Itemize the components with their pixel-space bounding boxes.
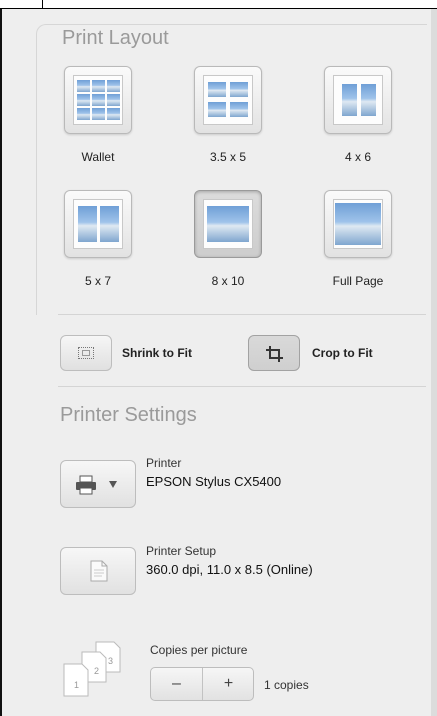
layout-4x6-button[interactable]: [324, 66, 392, 134]
printer-select-button[interactable]: [60, 460, 136, 508]
crop-to-fit-button[interactable]: [248, 335, 300, 371]
divider: [58, 314, 426, 315]
panel-right-edge: [431, 9, 437, 716]
svg-text:3: 3: [108, 656, 113, 666]
copies-stack-icon: 3 2 1: [63, 641, 121, 697]
wallet-layout-icon: [73, 75, 123, 125]
chevron-down-icon: [109, 481, 117, 488]
layout-3-5x5-button[interactable]: [194, 66, 262, 134]
printer-label: Printer: [146, 456, 182, 470]
increment-copies-button[interactable]: +: [203, 668, 254, 700]
printer-setup-label: Printer Setup: [146, 544, 217, 558]
layout-full-page-label: Full Page: [332, 274, 384, 288]
crop-icon: [266, 346, 283, 362]
shrink-to-fit-label: Shrink to Fit: [122, 346, 192, 360]
divider: [58, 386, 426, 387]
svg-text:2: 2: [94, 666, 99, 676]
printer-icon: [76, 475, 96, 495]
window-edge-notch: [42, 0, 43, 8]
svg-text:1: 1: [74, 680, 79, 690]
layout-4x6-label: 4 x 6: [344, 150, 371, 164]
layout-wallet-label: Wallet: [81, 150, 115, 164]
5x7-layout-icon: [73, 199, 123, 249]
printer-settings-title: Printer Settings: [60, 404, 197, 426]
layout-8x10-label: 8 x 10: [211, 274, 245, 288]
shrink-to-fit-icon: [78, 347, 94, 359]
copies-stepper: – +: [150, 667, 254, 701]
document-icon: [90, 560, 108, 582]
window-top-edge: [0, 0, 437, 9]
decrement-copies-button[interactable]: –: [151, 668, 202, 700]
shrink-to-fit-button[interactable]: [60, 335, 112, 371]
layout-5x7-label: 5 x 7: [84, 274, 111, 288]
8x10-layout-icon: [203, 199, 253, 249]
printer-setup-button[interactable]: [60, 547, 136, 595]
layout-full-page-button[interactable]: [324, 190, 392, 258]
crop-to-fit-label: Crop to Fit: [312, 346, 373, 360]
copies-label: Copies per picture: [150, 643, 248, 657]
copies-count: 1 copies: [264, 678, 309, 692]
3-5x5-layout-icon: [203, 75, 253, 125]
printer-setup-value: 360.0 dpi, 11.0 x 8.5 (Online): [146, 562, 313, 577]
full-page-layout-icon: [333, 199, 383, 249]
layout-5x7-button[interactable]: [64, 190, 132, 258]
printer-name: EPSON Stylus CX5400: [146, 474, 282, 489]
4x6-layout-icon: [333, 75, 383, 125]
layout-8x10-button[interactable]: [194, 190, 262, 258]
layout-wallet-button[interactable]: [64, 66, 132, 134]
print-layout-title: Print Layout: [58, 26, 173, 50]
layout-3-5x5-label: 3.5 x 5: [209, 150, 247, 164]
